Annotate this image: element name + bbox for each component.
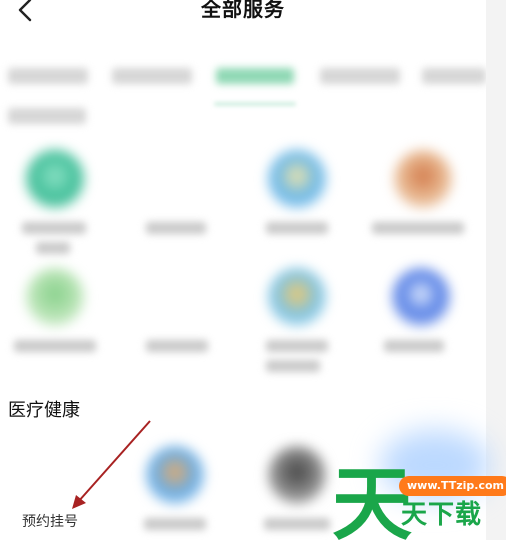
selected-tab-indicator xyxy=(214,102,296,106)
service-label xyxy=(36,242,70,254)
category-tab-selected[interactable] xyxy=(216,68,294,84)
service-label xyxy=(266,340,328,352)
category-tab[interactable] xyxy=(422,68,486,84)
page-title: 全部服务 xyxy=(201,0,285,21)
service-icon[interactable] xyxy=(268,150,326,208)
service-label xyxy=(146,340,208,352)
service-label xyxy=(384,340,444,352)
service-icon[interactable] xyxy=(268,268,326,326)
watermark-logo-glyph: 天 xyxy=(332,464,412,540)
service-icon[interactable] xyxy=(394,150,452,208)
service-label xyxy=(14,340,96,352)
service-label xyxy=(372,222,464,234)
service-icon[interactable] xyxy=(268,446,326,504)
category-tab[interactable] xyxy=(112,68,192,84)
service-label xyxy=(22,222,86,234)
service-icon[interactable] xyxy=(26,268,84,326)
watermark-url-badge: www.TTzip.com xyxy=(399,476,506,496)
appointment-registration-item[interactable]: 预约挂号 xyxy=(22,512,78,532)
category-tabs xyxy=(0,60,486,140)
category-tab[interactable] xyxy=(8,108,86,124)
category-tab[interactable] xyxy=(320,68,400,84)
category-tab[interactable] xyxy=(8,68,88,84)
service-icon[interactable] xyxy=(26,150,84,208)
service-label xyxy=(266,360,320,372)
section-title-medical-health: 医疗健康 xyxy=(8,400,80,421)
service-label xyxy=(144,518,206,530)
service-icon[interactable] xyxy=(146,446,204,504)
service-label xyxy=(266,222,328,234)
service-icon[interactable] xyxy=(392,268,450,326)
service-label xyxy=(146,222,206,234)
service-label xyxy=(264,518,330,530)
watermark-text: 天下载 xyxy=(401,500,483,530)
